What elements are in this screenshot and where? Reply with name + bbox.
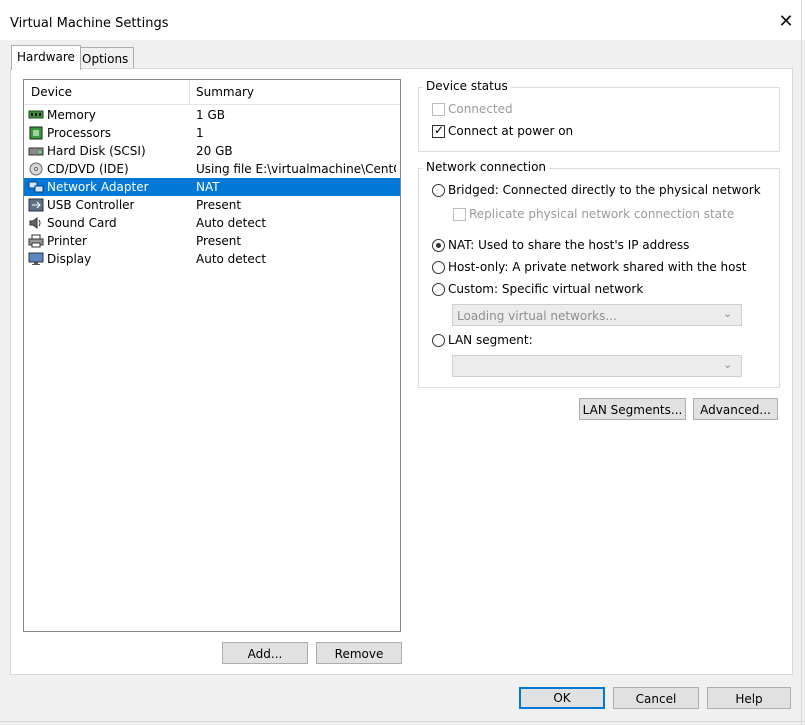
device-name: Network Adapter — [47, 180, 149, 194]
device-name: CD/DVD (IDE) — [47, 162, 129, 176]
hard-disk-icon — [28, 144, 44, 158]
device-summary: Using file E:\virtualmachine\CentO... — [196, 162, 396, 176]
connected-checkbox[interactable] — [432, 103, 445, 116]
processor-icon — [28, 126, 44, 140]
device-status-group — [418, 87, 780, 152]
tab-hardware[interactable]: Hardware — [11, 45, 81, 70]
column-header-summary[interactable]: Summary — [196, 85, 254, 99]
connected-label: Connected — [448, 102, 513, 116]
nat-radio[interactable] — [432, 239, 445, 252]
connect-at-power-on-label: Connect at power on — [448, 124, 574, 138]
memory-icon — [28, 108, 44, 122]
host-only-radio[interactable] — [432, 261, 445, 274]
cd-dvd-icon — [28, 162, 44, 176]
device-summary: 20 GB — [196, 144, 233, 158]
host-only-label: Host-only: A private network shared with… — [448, 260, 747, 274]
lan-segment-radio[interactable] — [432, 334, 445, 347]
device-name: USB Controller — [47, 198, 135, 212]
checkmark-icon: ✓ — [434, 123, 445, 137]
network-connection-title: Network connection — [423, 160, 550, 174]
custom-label: Custom: Specific virtual network — [448, 282, 644, 296]
lan-segments-button[interactable]: LAN Segments... — [579, 398, 686, 420]
printer-icon — [28, 234, 44, 248]
replicate-state-label: Replicate physical network connection st… — [469, 207, 735, 221]
device-name: Processors — [47, 126, 112, 140]
help-button[interactable]: Help — [707, 687, 791, 709]
network-adapter-icon — [28, 180, 44, 194]
device-name: Printer — [47, 234, 87, 248]
device-list-header: Device Summary — [24, 80, 400, 105]
device-row-usb-controller[interactable]: USB Controller Present — [24, 196, 400, 214]
remove-device-button[interactable]: Remove — [316, 642, 402, 664]
column-header-device[interactable]: Device — [31, 85, 72, 99]
device-name: Display — [47, 252, 92, 266]
device-row-display[interactable]: Display Auto detect — [24, 250, 400, 268]
device-row-processors[interactable]: Processors 1 — [24, 124, 400, 142]
device-summary: Present — [196, 234, 242, 248]
device-row-hard-disk[interactable]: Hard Disk (SCSI) 20 GB — [24, 142, 400, 160]
device-summary: NAT — [196, 180, 220, 194]
radio-selected-dot — [436, 243, 441, 248]
custom-network-select[interactable]: Loading virtual networks... ⌄ — [452, 304, 742, 326]
bridged-radio[interactable] — [432, 184, 445, 197]
connect-at-power-on-checkbox[interactable]: ✓ — [432, 123, 445, 138]
usb-icon — [28, 198, 44, 212]
device-row-printer[interactable]: Printer Present — [24, 232, 400, 250]
device-summary: 1 GB — [196, 108, 225, 122]
tab-options[interactable]: Options — [76, 47, 135, 70]
bridged-label: Bridged: Connected directly to the physi… — [448, 183, 761, 197]
advanced-button[interactable]: Advanced... — [693, 398, 778, 420]
cancel-button[interactable]: Cancel — [613, 687, 699, 709]
speaker-icon — [28, 216, 44, 230]
device-summary: Auto detect — [196, 252, 267, 266]
ok-button[interactable]: OK — [519, 687, 605, 709]
replicate-state-checkbox[interactable] — [453, 208, 466, 221]
device-name: Memory — [47, 108, 96, 122]
chevron-down-icon: ⌄ — [723, 358, 733, 371]
device-name: Hard Disk (SCSI) — [47, 144, 146, 158]
monitor-icon — [28, 252, 44, 266]
window-border — [0, 721, 805, 722]
device-summary: Present — [196, 198, 242, 212]
device-summary: 1 — [196, 126, 204, 140]
chevron-down-icon: ⌄ — [723, 307, 733, 320]
window-title: Virtual Machine Settings — [10, 16, 169, 31]
device-name: Sound Card — [47, 216, 117, 230]
column-divider[interactable] — [189, 80, 190, 104]
lan-segment-select[interactable]: ⌄ — [452, 355, 742, 377]
device-status-title: Device status — [423, 79, 511, 93]
device-row-memory[interactable]: Memory 1 GB — [24, 106, 400, 124]
device-list[interactable]: Device Summary Memory 1 GB Processors 1 … — [23, 79, 401, 632]
window-border — [801, 0, 802, 725]
hardware-tab-panel: Device Summary Memory 1 GB Processors 1 … — [10, 68, 793, 675]
custom-radio[interactable] — [432, 283, 445, 296]
lan-segment-label: LAN segment: — [448, 333, 533, 347]
add-device-button[interactable]: Add... — [222, 642, 308, 664]
custom-network-select-value: Loading virtual networks... — [457, 309, 617, 323]
device-row-network-adapter[interactable]: Network Adapter NAT — [24, 178, 400, 196]
nat-label: NAT: Used to share the host's IP address — [448, 238, 690, 252]
device-row-sound-card[interactable]: Sound Card Auto detect — [24, 214, 400, 232]
device-row-cd-dvd[interactable]: CD/DVD (IDE) Using file E:\virtualmachin… — [24, 160, 400, 178]
close-icon[interactable]: ✕ — [776, 12, 796, 32]
device-summary: Auto detect — [196, 216, 267, 230]
